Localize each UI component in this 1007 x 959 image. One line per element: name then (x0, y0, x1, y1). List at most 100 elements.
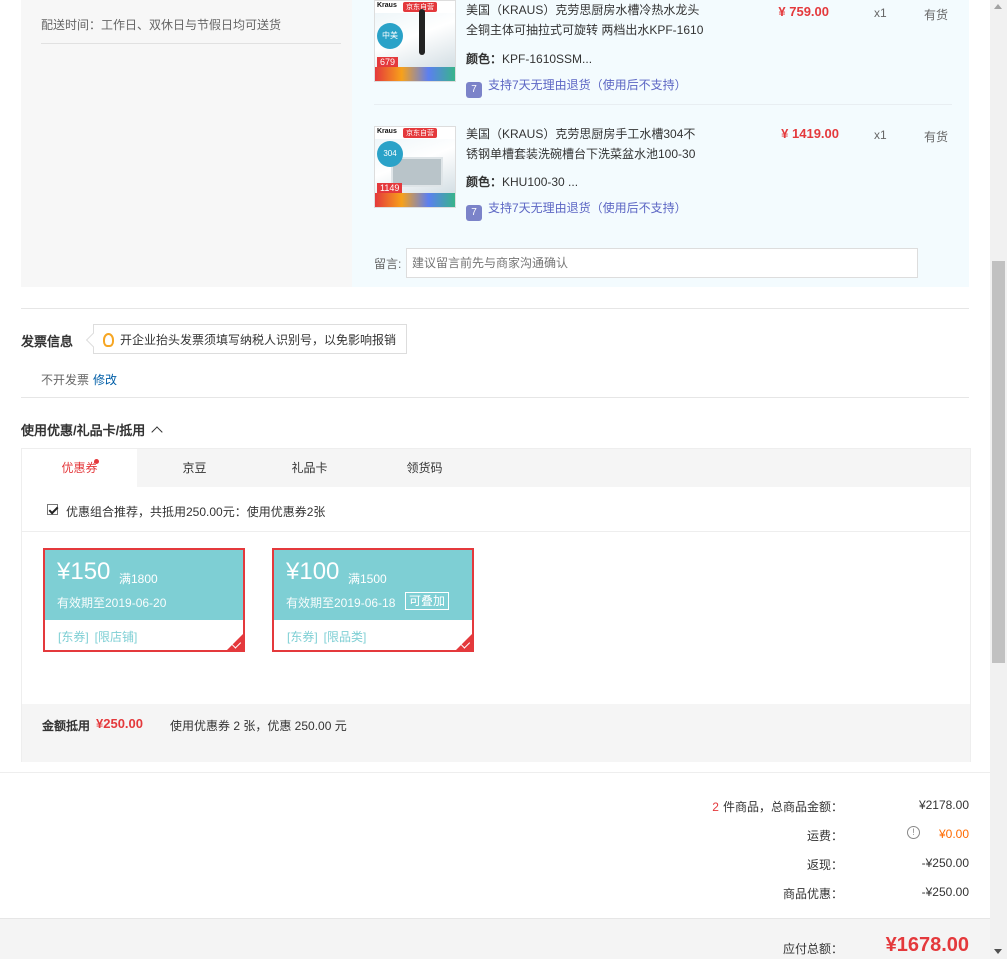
product-color-value: KPF-1610SSM... (502, 52, 593, 66)
chevron-up-icon (151, 426, 163, 438)
faucet-image (419, 9, 425, 55)
return-policy-text: 支持7天无理由退货（使用后不支持） (488, 78, 687, 92)
divider (21, 308, 969, 309)
coupon-tag: [限店铺] (94, 630, 138, 644)
coupon-tabs: 优惠券 京豆 礼品卡 领货码 (22, 449, 970, 487)
product-color-label: 颜色： (466, 52, 503, 66)
scroll-down-arrow-icon[interactable] (994, 949, 1002, 954)
coupon-header: ¥100 满1500 有效期至2019-06-18 可叠加 (274, 550, 472, 620)
lightbulb-icon (103, 333, 114, 347)
checkout-page: 配送时间：工作日、双休日与节假日均可送货 Kraus 京东自营 中美 679 美国… (0, 0, 1007, 959)
return-icon: 7 (466, 82, 482, 98)
product-stock: 有货 (924, 8, 949, 22)
product-color-label: 颜色： (466, 175, 503, 189)
coupon-tag: [东券] (287, 630, 318, 644)
coupon-card[interactable]: ¥150 满1800 有效期至2019-06-20 [东券] [限店铺] (43, 548, 245, 652)
product-color: 颜色：KHU100-30 ... (466, 173, 578, 190)
selected-check-icon (226, 633, 243, 650)
coupon-amount: ¥100 (286, 558, 340, 585)
invoice-tip: 开企业抬头发票须填写纳税人识别号，以免影响报销 (85, 324, 408, 354)
items-label-text: 件商品，总商品金额： (722, 800, 843, 814)
thumb-brand: Kraus (377, 2, 397, 9)
product-name[interactable]: 美国（KRAUS）克劳思厨房水槽冷热水龙头全铜主体可抽拉式可旋转 两档出水KPF… (466, 0, 706, 40)
delivery-time: 配送时间：工作日、双休日与节假日均可送货 (41, 16, 341, 44)
coupon-tags: [东券] [限店铺] (58, 628, 143, 645)
order-totals: 2 件商品，总商品金额： ¥2178.00 运费： ! ¥0.00 返现： -¥2… (0, 772, 990, 918)
product-price: ¥ 759.00 (778, 4, 829, 19)
invoice-status: 不开发票 修改 (41, 371, 117, 388)
invoice-tip-text: 开企业抬头发票须填写纳税人识别号，以免影响报销 (120, 333, 397, 347)
coupon-recommend: 优惠组合推荐，共抵用250.00元：使用优惠券2张 (22, 487, 970, 532)
shipping-label: 运费： (806, 829, 843, 843)
page-scrollbar[interactable] (990, 0, 1007, 959)
coupon-condition: 满1800 (119, 572, 158, 586)
invoice-status-text: 不开发票 (41, 373, 90, 387)
payable-label: 应付总额： (782, 942, 843, 956)
selected-check-icon (455, 633, 472, 650)
discount-row: 商品优惠： -¥250.00 (0, 885, 990, 905)
tab-coupons[interactable]: 优惠券 (22, 449, 137, 487)
coupon-summary-desc: 使用优惠券 2 张，优惠 250.00 元 (170, 719, 347, 733)
recommend-text: 优惠组合推荐，共抵用250.00元：使用优惠券2张 (66, 505, 326, 519)
product-color-value: KHU100-30 ... (502, 175, 579, 189)
total-items-value: ¥2178.00 (918, 798, 969, 812)
coupon-stackable-badge: 可叠加 (405, 592, 450, 610)
return-icon: 7 (466, 205, 482, 221)
thumb-promo-bar (375, 67, 455, 81)
thumb-brand: Kraus (377, 128, 397, 135)
coupon-expiry: 有效期至2019-06-18 (286, 596, 396, 610)
message-input[interactable] (406, 248, 918, 278)
product-thumbnail[interactable]: Kraus 京东自营 304 1149 (374, 126, 456, 208)
tab-gift-card[interactable]: 礼品卡 (252, 449, 367, 487)
coupon-amount: ¥150 (57, 558, 111, 585)
coupon-summary: 金额抵用 ¥250.00 使用优惠券 2 张，优惠 250.00 元 (22, 704, 970, 762)
thumb-promo-bar (375, 193, 455, 207)
coupon-tags: [东券] [限品类] (287, 628, 372, 645)
scroll-thumb[interactable] (992, 261, 1005, 663)
coupon-tag: [限品类] (323, 630, 367, 644)
coupon-section-toggle[interactable]: 使用优惠/礼品卡/抵用 (21, 420, 163, 439)
product-stock: 有货 (924, 130, 949, 144)
coupon-summary-amount: ¥250.00 (96, 716, 143, 731)
goods-panel: Kraus 京东自营 中美 679 美国（KRAUS）克劳思厨房水槽冷热水龙头全铜… (352, 0, 969, 287)
invoice-edit-link[interactable]: 修改 (93, 373, 117, 387)
coupon-card[interactable]: ¥100 满1500 有效期至2019-06-18 可叠加 [东券] [限品类] (272, 548, 474, 652)
coupon-condition: 满1500 (348, 572, 387, 586)
shipping-row: 运费： ! ¥0.00 (0, 826, 990, 847)
total-items-row: 2 件商品，总商品金额： ¥2178.00 (0, 798, 990, 818)
thumb-tag: 京东自营 (403, 128, 437, 138)
invoice-title: 发票信息 (21, 334, 74, 349)
return-policy: 7 支持7天无理由退货（使用后不支持） (466, 199, 687, 221)
product-thumbnail[interactable]: Kraus 京东自营 中美 679 (374, 0, 456, 82)
message-label: 留言: (374, 257, 402, 271)
product-qty: x1 (874, 6, 887, 20)
tab-jingdou[interactable]: 京豆 (137, 449, 252, 487)
payable-bar: 应付总额： ¥1678.00 (0, 918, 990, 959)
tab-redeem-code[interactable]: 领货码 (367, 449, 482, 487)
info-icon[interactable]: ! (907, 826, 920, 839)
notification-dot (94, 459, 99, 464)
product-color: 颜色：KPF-1610SSM... (466, 50, 592, 67)
coupon-expiry: 有效期至2019-06-20 (57, 596, 167, 610)
discount-value: -¥250.00 (921, 885, 969, 899)
thumb-price: 679 (377, 57, 399, 67)
payable-value: ¥1678.00 (885, 934, 969, 956)
scroll-up-arrow-icon[interactable] (994, 4, 1002, 9)
product-price: ¥ 1419.00 (781, 126, 839, 141)
rebate-value: -¥250.00 (921, 856, 969, 870)
goods-item: Kraus 京东自营 中美 679 美国（KRAUS）克劳思厨房水槽冷热水龙头全铜… (374, 0, 952, 105)
coupon-panel: 优惠券 京豆 礼品卡 领货码 优惠组合推荐，共抵用250.00元：使用优惠券2张… (21, 448, 971, 762)
tip-arrow (85, 332, 101, 348)
rebate-row: 返现： -¥250.00 (0, 856, 990, 876)
product-qty: x1 (874, 128, 887, 142)
divider (21, 397, 969, 398)
rebate-label: 返现： (806, 858, 843, 872)
item-count: 2 (712, 800, 719, 814)
thumb-price: 1149 (377, 183, 403, 193)
product-name[interactable]: 美国（KRAUS）克劳思厨房手工水槽304不锈钢单槽套装洗碗槽台下洗菜盆水池10… (466, 124, 706, 164)
goods-item: Kraus 京东自营 304 1149 美国（KRAUS）克劳思厨房手工水槽304… (374, 124, 952, 229)
recommend-checkbox[interactable] (47, 504, 58, 515)
coupon-summary-label: 金额抵用 (42, 719, 91, 733)
thumb-badge: 304 (377, 141, 403, 167)
order-block: 配送时间：工作日、双休日与节假日均可送货 Kraus 京东自营 中美 679 美国… (21, 0, 969, 287)
